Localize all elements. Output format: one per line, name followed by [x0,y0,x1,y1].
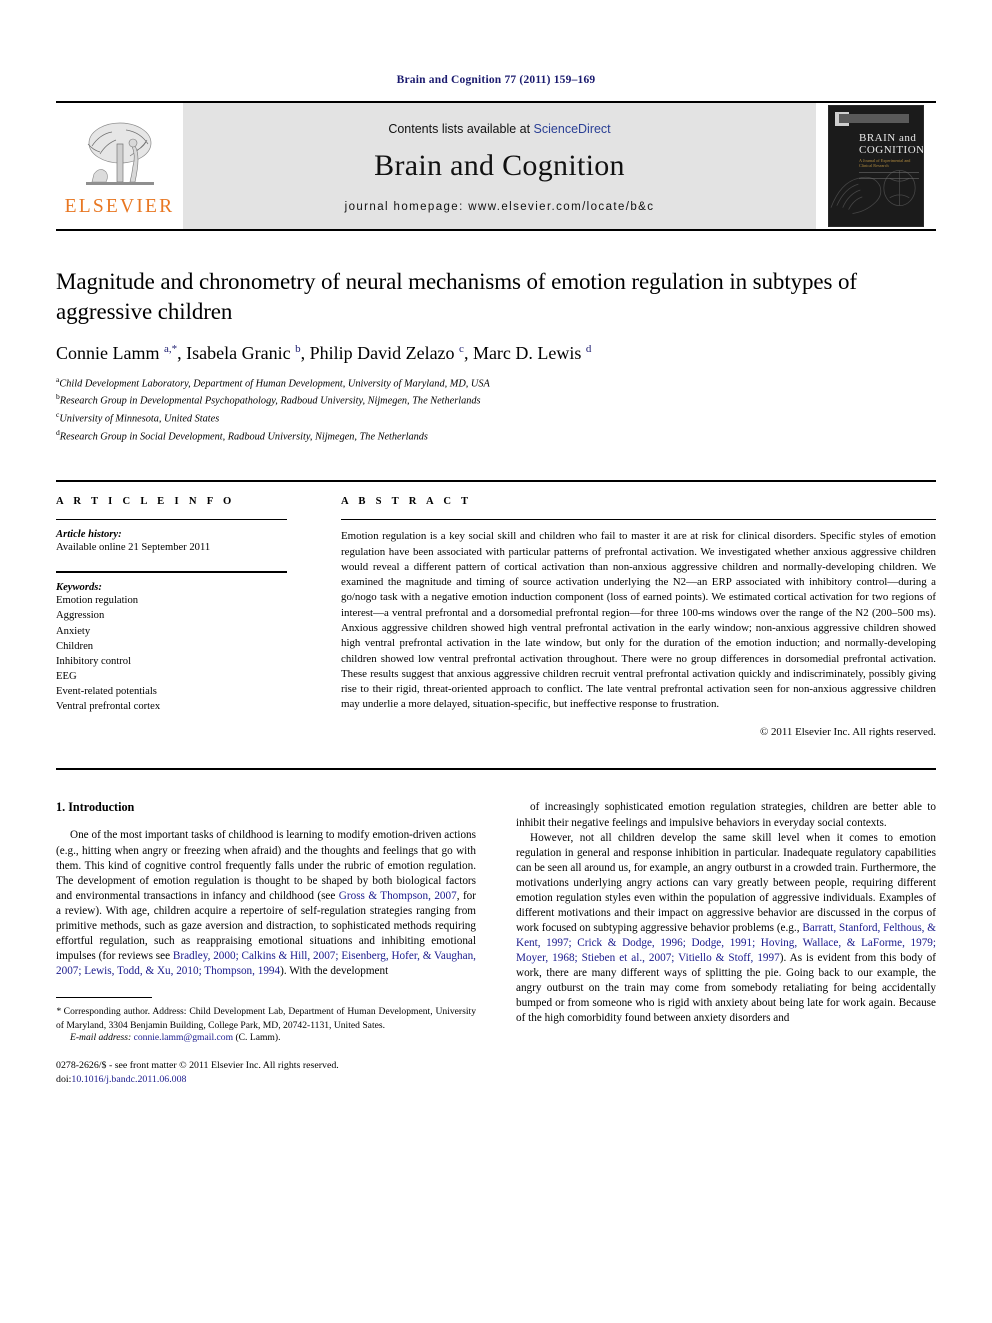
cover-title-line2: COGNITION [859,144,924,156]
page-title: Magnitude and chronometry of neural mech… [56,269,857,324]
elsevier-logo: ELSEVIER [56,103,183,229]
journal-masthead: ELSEVIER Contents lists available at Sci… [56,101,936,231]
contents-available-line: Contents lists available at ScienceDirec… [388,122,610,136]
body-left-column: 1. Introduction One of the most importan… [56,800,476,1086]
abstract-text: Emotion regulation is a key social skill… [341,530,936,711]
abstract-copyright: © 2011 Elsevier Inc. All rights reserved… [759,725,936,738]
cover-brain-artwork [830,170,916,214]
elsevier-tree-icon [85,122,154,185]
keyword-item: EEG [56,670,77,682]
article-info-rule-top [56,519,287,521]
abstract-heading: A B S T R A C T [341,496,472,508]
keyword-item: Children [56,640,94,652]
imprint-doi-line: doi:10.1016/j.bandc.2011.06.008 [56,1073,476,1087]
cover-image: BRAIN and COGNITION A Journal of Experim… [828,105,924,227]
body-right-column: of increasingly sophisticated emotion re… [516,800,936,1086]
email-link[interactable]: connie.lamm@gmail.com [134,1032,233,1043]
keyword-item: Anxiety [56,625,91,637]
abstract-column: A B S T R A C T Emotion regulation is a … [309,482,936,768]
keyword-item: Event-related potentials [56,685,157,697]
affiliation-text-d: Research Group in Social Development, Ra… [59,431,428,443]
info-abstract-band: A R T I C L E I N F O Article history: A… [56,480,936,771]
keyword-item: Emotion regulation [56,595,139,607]
keyword-item: Aggression [56,610,105,622]
intro-paragraph-2: of increasingly sophisticated emotion re… [516,801,936,829]
footnote-block: * Corresponding author. Address: Child D… [56,997,476,1043]
keyword-item: Ventral prefrontal cortex [56,700,161,712]
affiliation-c: cUniversity of Minnesota, United States [56,409,936,427]
keywords-rule [56,571,287,574]
masthead-center: Contents lists available at ScienceDirec… [183,103,816,229]
article-history-label: Article history: [56,529,122,541]
intro-paragraph-3: However, not all children develop the sa… [516,831,937,1025]
body-columns: 1. Introduction One of the most importan… [56,800,936,1086]
cover-title-line1: BRAIN and [859,132,917,144]
intro-paragraph-1: One of the most important tasks of child… [56,829,476,978]
elsevier-wordmark: ELSEVIER [64,195,175,217]
journal-cover-thumbnail: BRAIN and COGNITION A Journal of Experim… [816,103,936,229]
keyword-item: Inhibitory control [56,655,132,667]
sciencedirect-link[interactable]: ScienceDirect [534,122,611,136]
keywords-label: Keywords: [56,582,102,594]
affiliation-d: dResearch Group in Social Development, R… [56,427,936,445]
affiliation-text-a: Child Development Laboratory, Department… [59,378,490,390]
footnote-rule [56,997,152,999]
affiliation-text-b: Research Group in Developmental Psychopa… [59,395,481,407]
imprint-frontmatter: 0278-2626/$ - see front matter © 2011 El… [56,1059,339,1071]
affiliation-a: aChild Development Laboratory, Departmen… [56,374,936,392]
article-history-value: Available online 21 September 2011 [56,542,211,554]
keyword-list: Emotion regulation Aggression Anxiety Ch… [56,593,287,713]
journal-title: Brain and Cognition [374,148,625,182]
paper-page: Brain and Cognition 77 (2011) 159–169 EL… [0,0,992,1323]
affiliation-text-c: University of Minnesota, United States [59,413,220,425]
corresponding-author-note: * Corresponding author. Address: Child D… [56,1006,476,1031]
contents-prefix: Contents lists available at [388,121,534,136]
affiliation-b: bResearch Group in Developmental Psychop… [56,391,936,409]
imprint-block: 0278-2626/$ - see front matter © 2011 El… [56,1059,476,1086]
email-label: E-mail address: [70,1031,132,1043]
running-head: Brain and Cognition 77 (2011) 159–169 [396,74,596,86]
section-heading-introduction: 1. Introduction [56,800,135,815]
doi-label: doi: [56,1073,72,1085]
cover-top-bar [839,114,909,123]
article-info-heading: A R T I C L E I N F O [56,496,236,508]
email-note: E-mail address: connie.lamm@gmail.com (C… [56,1032,476,1043]
author-list: Connie Lamm a,*, Isabela Granic b, Phili… [56,342,592,363]
title-block: Magnitude and chronometry of neural mech… [56,267,936,444]
article-info-column: A R T I C L E I N F O Article history: A… [56,482,309,768]
doi-link[interactable]: 10.1016/j.bandc.2011.06.008 [71,1074,186,1085]
journal-homepage-link[interactable]: journal homepage: www.elsevier.com/locat… [345,201,655,213]
email-attribution: (C. Lamm). [235,1031,281,1043]
abstract-rule-top [341,519,936,521]
